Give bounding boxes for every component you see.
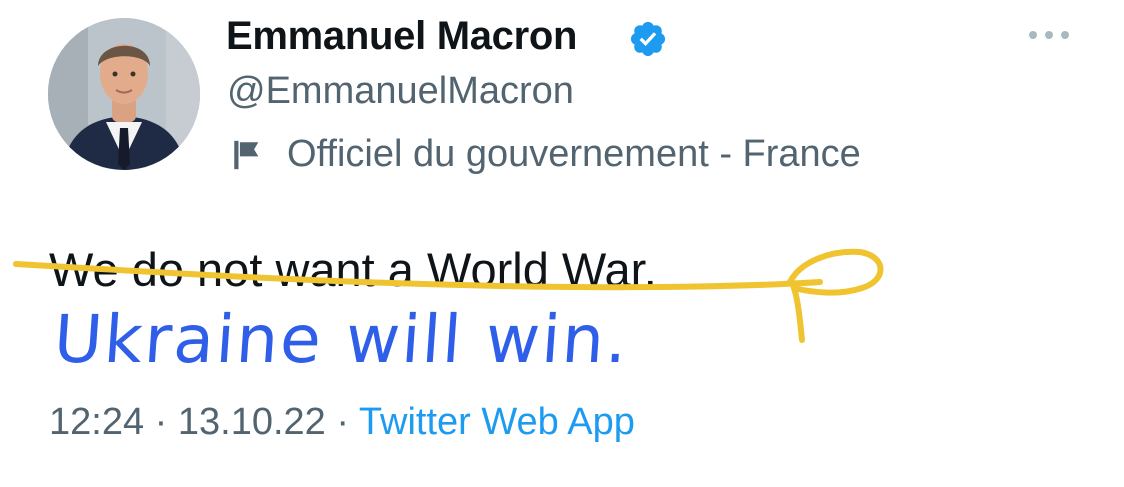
verified-badge-icon [630,21,666,57]
meta-separator: · [154,401,168,443]
more-icon[interactable] [1026,22,1072,48]
display-name[interactable]: Emmanuel Macron [226,12,577,60]
avatar[interactable] [48,18,200,170]
tweet-text: We do not want a World War. [49,243,657,296]
flag-icon [234,140,259,170]
handwritten-annotation: Ukraine will win. [51,301,632,378]
tweet-meta: 12:24 · 13.10.22 · Twitter Web App [49,398,635,446]
tweet-date[interactable]: 13.10.22 [178,401,326,443]
tweet-source-link[interactable]: Twitter Web App [359,401,635,443]
account-label-text: Officiel du gouvernement - France [287,133,861,175]
user-handle[interactable]: @EmmanuelMacron [227,68,574,114]
meta-separator: · [336,401,350,443]
tweet-time[interactable]: 12:24 [49,401,144,443]
